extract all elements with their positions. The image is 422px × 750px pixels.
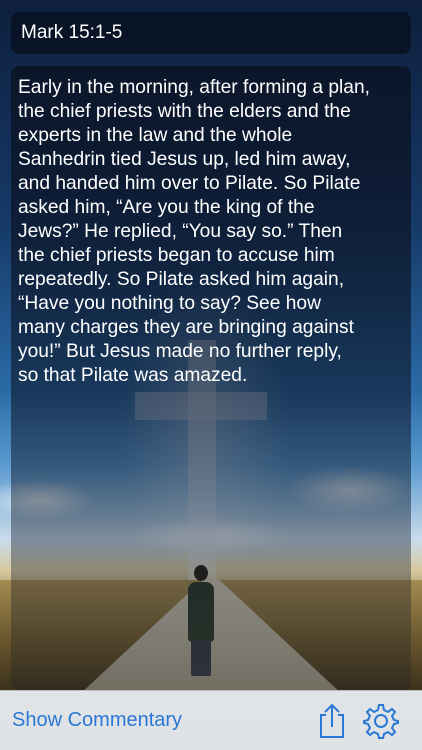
- share-icon: [320, 703, 344, 738]
- passage-text: Early in the morning, after forming a pl…: [18, 77, 370, 386]
- reference-header: Mark 15:1-5: [11, 12, 411, 54]
- settings-button[interactable]: [362, 702, 400, 740]
- share-button[interactable]: [316, 703, 348, 739]
- show-commentary-button[interactable]: Show Commentary: [12, 709, 182, 732]
- bottom-toolbar: Show Commentary: [0, 690, 422, 750]
- gear-icon: [363, 704, 399, 739]
- verse-reference: Mark 15:1-5: [21, 22, 123, 43]
- passage-panel: Early in the morning, after forming a pl…: [11, 66, 411, 690]
